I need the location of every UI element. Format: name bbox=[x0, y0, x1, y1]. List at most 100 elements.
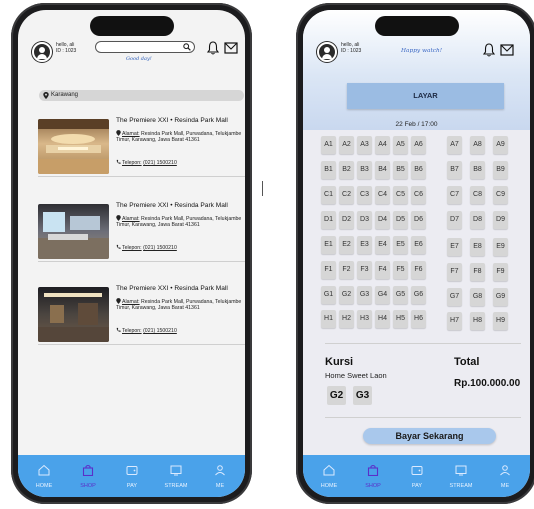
selected-seat-chip[interactable]: G3 bbox=[353, 386, 372, 405]
seat-E9[interactable]: E9 bbox=[493, 238, 508, 256]
seat-H6[interactable]: H6 bbox=[411, 310, 426, 328]
seat-A6[interactable]: A6 bbox=[411, 136, 426, 154]
seat-D4[interactable]: D4 bbox=[375, 211, 390, 229]
seat-A2[interactable]: A2 bbox=[339, 136, 354, 154]
seat-C7[interactable]: C7 bbox=[447, 186, 462, 204]
nav-shop[interactable]: SHOP bbox=[68, 455, 108, 497]
nav-me[interactable]: ME bbox=[200, 455, 240, 497]
seat-G9[interactable]: G9 bbox=[493, 288, 508, 306]
cinema-card[interactable]: The Premiere XXI • Resinda Park Mall Ala… bbox=[38, 107, 245, 177]
seat-A5[interactable]: A5 bbox=[393, 136, 408, 154]
seat-C6[interactable]: C6 bbox=[411, 186, 426, 204]
nav-stream[interactable]: STREAM bbox=[156, 455, 196, 497]
seat-H7[interactable]: H7 bbox=[447, 312, 462, 330]
seat-H9[interactable]: H9 bbox=[493, 312, 508, 330]
selected-seat-chip[interactable]: G2 bbox=[327, 386, 346, 405]
seat-H8[interactable]: H8 bbox=[470, 312, 485, 330]
seat-H1[interactable]: H1 bbox=[321, 310, 336, 328]
seat-D2[interactable]: D2 bbox=[339, 211, 354, 229]
seat-E4[interactable]: E4 bbox=[375, 236, 390, 254]
seat-F3[interactable]: F3 bbox=[357, 261, 372, 279]
cinema-phone[interactable]: Telepon: (021) 1500210 bbox=[116, 159, 177, 166]
seat-G5[interactable]: G5 bbox=[393, 286, 408, 304]
seat-C1[interactable]: C1 bbox=[321, 186, 336, 204]
seat-C2[interactable]: C2 bbox=[339, 186, 354, 204]
avatar[interactable] bbox=[317, 42, 337, 62]
cinema-card[interactable]: The Premiere XXI • Resinda Park Mall Ala… bbox=[38, 275, 245, 345]
seat-B4[interactable]: B4 bbox=[375, 161, 390, 179]
nav-home[interactable]: HOME bbox=[309, 455, 349, 497]
cinema-name[interactable]: The Premiere XXI • Resinda Park Mall bbox=[116, 117, 228, 124]
cinema-name[interactable]: The Premiere XXI • Resinda Park Mall bbox=[116, 202, 228, 209]
seat-A3[interactable]: A3 bbox=[357, 136, 372, 154]
seat-B8[interactable]: B8 bbox=[470, 161, 485, 179]
seat-A4[interactable]: A4 bbox=[375, 136, 390, 154]
seat-C8[interactable]: C8 bbox=[470, 186, 485, 204]
location-selector[interactable]: Karawang bbox=[39, 90, 244, 101]
seat-D7[interactable]: D7 bbox=[447, 211, 462, 229]
seat-E1[interactable]: E1 bbox=[321, 236, 336, 254]
seat-G3[interactable]: G3 bbox=[357, 286, 372, 304]
seat-H3[interactable]: H3 bbox=[357, 310, 372, 328]
avatar[interactable] bbox=[32, 42, 52, 62]
seat-G1[interactable]: G1 bbox=[321, 286, 336, 304]
seat-D5[interactable]: D5 bbox=[393, 211, 408, 229]
cinema-name[interactable]: The Premiere XXI • Resinda Park Mall bbox=[116, 285, 228, 292]
seat-D1[interactable]: D1 bbox=[321, 211, 336, 229]
seat-E8[interactable]: E8 bbox=[470, 238, 485, 256]
nav-pay[interactable]: PAY bbox=[112, 455, 152, 497]
seat-B3[interactable]: B3 bbox=[357, 161, 372, 179]
phone-number[interactable]: (021) 1500210 bbox=[143, 160, 177, 166]
nav-stream[interactable]: STREAM bbox=[441, 455, 481, 497]
seat-H4[interactable]: H4 bbox=[375, 310, 390, 328]
seat-E2[interactable]: E2 bbox=[339, 236, 354, 254]
nav-pay[interactable]: PAY bbox=[397, 455, 437, 497]
seat-B1[interactable]: B1 bbox=[321, 161, 336, 179]
search-input[interactable] bbox=[95, 41, 195, 53]
seat-G7[interactable]: G7 bbox=[447, 288, 462, 306]
seat-G6[interactable]: G6 bbox=[411, 286, 426, 304]
seat-E5[interactable]: E5 bbox=[393, 236, 408, 254]
cinema-phone[interactable]: Telepon: (021) 1500210 bbox=[116, 327, 177, 334]
seat-B9[interactable]: B9 bbox=[493, 161, 508, 179]
seat-B5[interactable]: B5 bbox=[393, 161, 408, 179]
seat-D8[interactable]: D8 bbox=[470, 211, 485, 229]
seat-B2[interactable]: B2 bbox=[339, 161, 354, 179]
seat-E7[interactable]: E7 bbox=[447, 238, 462, 256]
seat-H2[interactable]: H2 bbox=[339, 310, 354, 328]
seat-F9[interactable]: F9 bbox=[493, 263, 508, 281]
mail-icon[interactable] bbox=[224, 42, 238, 54]
seat-G2[interactable]: G2 bbox=[339, 286, 354, 304]
phone-number[interactable]: (021) 1500210 bbox=[143, 245, 177, 251]
seat-F8[interactable]: F8 bbox=[470, 263, 485, 281]
pay-now-button[interactable]: Bayar Sekarang bbox=[363, 428, 496, 444]
seat-A8[interactable]: A8 bbox=[470, 136, 485, 154]
seat-E3[interactable]: E3 bbox=[357, 236, 372, 254]
seat-H5[interactable]: H5 bbox=[393, 310, 408, 328]
seat-A7[interactable]: A7 bbox=[447, 136, 462, 154]
search-icon[interactable] bbox=[183, 43, 191, 51]
bell-icon[interactable] bbox=[483, 43, 495, 57]
mail-icon[interactable] bbox=[500, 44, 514, 56]
seat-A1[interactable]: A1 bbox=[321, 136, 336, 154]
seat-C4[interactable]: C4 bbox=[375, 186, 390, 204]
seat-B6[interactable]: B6 bbox=[411, 161, 426, 179]
nav-shop[interactable]: SHOP bbox=[353, 455, 393, 497]
seat-F4[interactable]: F4 bbox=[375, 261, 390, 279]
seat-B7[interactable]: B7 bbox=[447, 161, 462, 179]
seat-D6[interactable]: D6 bbox=[411, 211, 426, 229]
seat-F6[interactable]: F6 bbox=[411, 261, 426, 279]
bell-icon[interactable] bbox=[207, 41, 219, 55]
cinema-card[interactable]: The Premiere XXI • Resinda Park Mall Ala… bbox=[38, 192, 245, 262]
seat-C3[interactable]: C3 bbox=[357, 186, 372, 204]
seat-F5[interactable]: F5 bbox=[393, 261, 408, 279]
seat-G8[interactable]: G8 bbox=[470, 288, 485, 306]
phone-number[interactable]: (021) 1500210 bbox=[143, 328, 177, 334]
seat-F7[interactable]: F7 bbox=[447, 263, 462, 281]
seat-G4[interactable]: G4 bbox=[375, 286, 390, 304]
seat-A9[interactable]: A9 bbox=[493, 136, 508, 154]
nav-home[interactable]: HOME bbox=[24, 455, 64, 497]
seat-E6[interactable]: E6 bbox=[411, 236, 426, 254]
seat-D3[interactable]: D3 bbox=[357, 211, 372, 229]
nav-me[interactable]: ME bbox=[485, 455, 525, 497]
